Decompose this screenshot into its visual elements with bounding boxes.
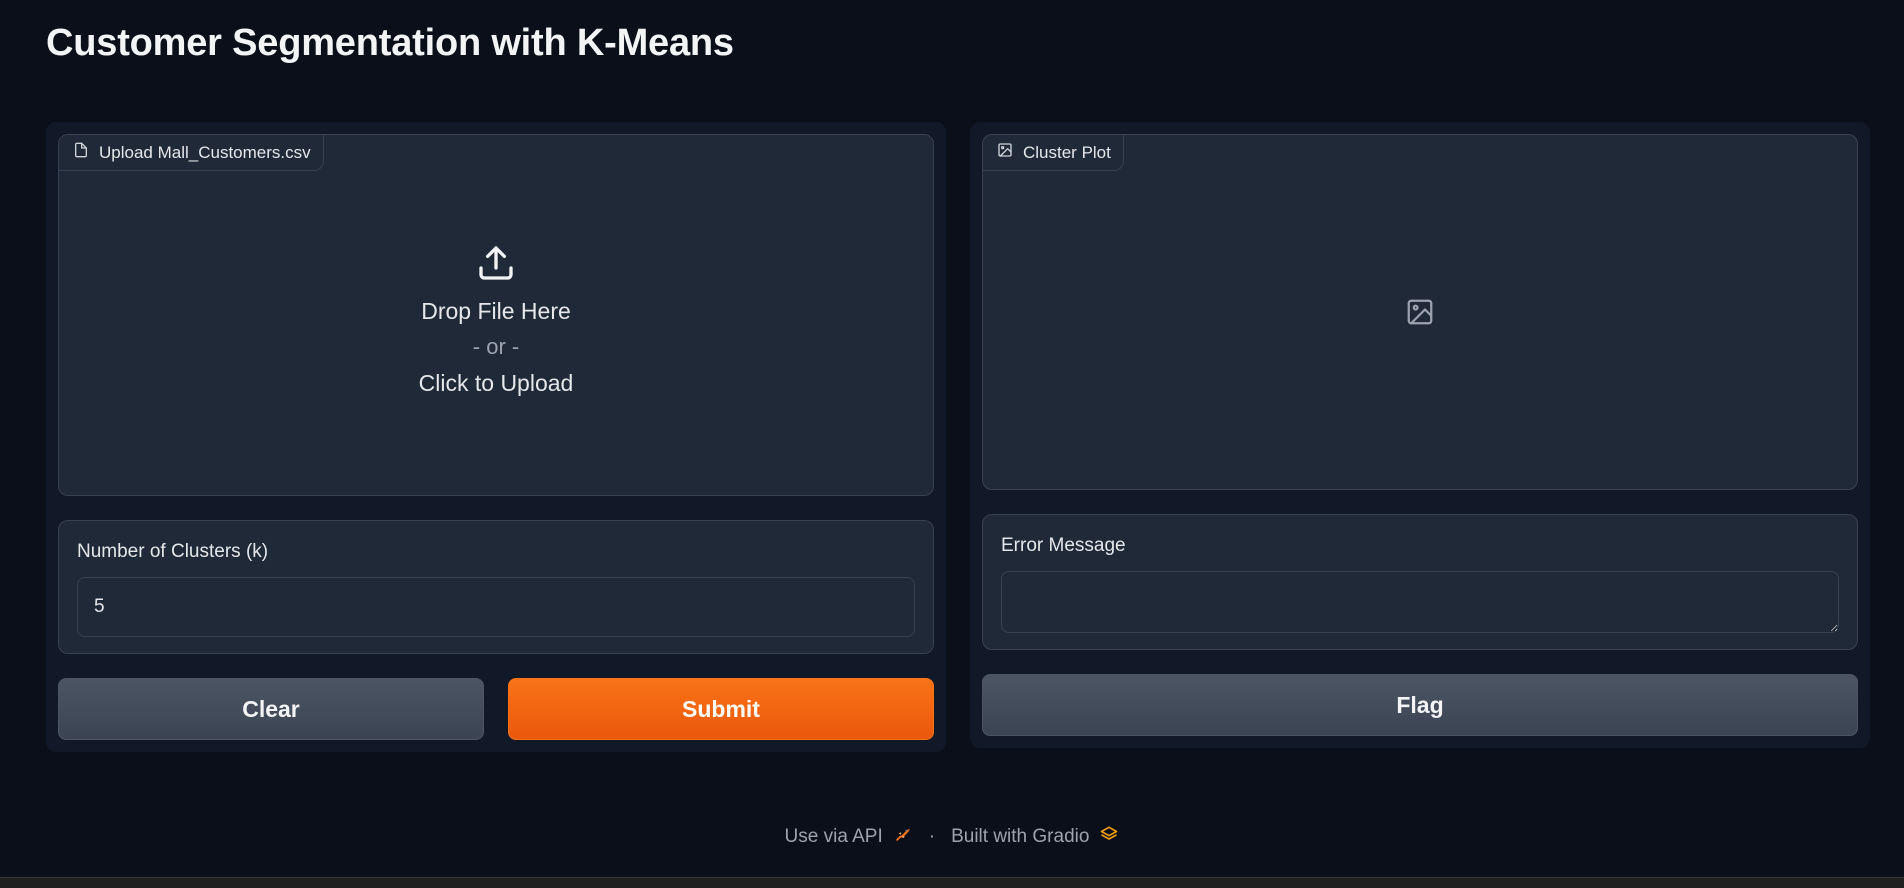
flag-button[interactable]: Flag [982, 674, 1858, 736]
or-text: - or - [472, 334, 520, 359]
gradio-logo-icon [1099, 824, 1119, 850]
upload-icon [479, 246, 513, 280]
built-with-gradio-link[interactable]: Built with Gradio [951, 826, 1089, 848]
taskbar [0, 877, 1904, 888]
clusters-input[interactable] [77, 577, 915, 637]
output-panel: Cluster Plot Error Message Flag [970, 122, 1870, 748]
click-to-upload-text: Click to Upload [418, 370, 574, 396]
error-label: Error Message [1001, 535, 1126, 556]
file-upload-dropzone[interactable]: Upload Mall_Customers.csv Drop File Here… [58, 134, 934, 496]
clear-button[interactable]: Clear [58, 678, 484, 740]
rocket-icon [893, 824, 913, 850]
file-icon [73, 142, 89, 163]
plot-label-tag: Cluster Plot [983, 135, 1124, 171]
footer: Use via API · Built with Gradio [0, 824, 1904, 850]
submit-button[interactable]: Submit [508, 678, 934, 740]
footer-separator: · [928, 826, 936, 847]
clusters-field: Number of Clusters (k) [58, 520, 934, 654]
input-panel: Upload Mall_Customers.csv Drop File Here… [46, 122, 946, 752]
upload-label-tag: Upload Mall_Customers.csv [59, 135, 324, 171]
cluster-plot: Cluster Plot [982, 134, 1858, 490]
upload-label: Upload Mall_Customers.csv [99, 142, 311, 162]
drop-file-text: Drop File Here [421, 298, 571, 324]
use-via-api-link[interactable]: Use via API [785, 826, 883, 848]
error-field: Error Message [982, 514, 1858, 650]
image-icon [997, 142, 1013, 163]
error-textarea[interactable] [1001, 571, 1839, 633]
plot-label: Cluster Plot [1023, 142, 1111, 162]
page-title: Customer Segmentation with K-Means [46, 22, 734, 64]
clusters-label: Number of Clusters (k) [77, 541, 269, 562]
image-placeholder-icon [1407, 299, 1433, 325]
